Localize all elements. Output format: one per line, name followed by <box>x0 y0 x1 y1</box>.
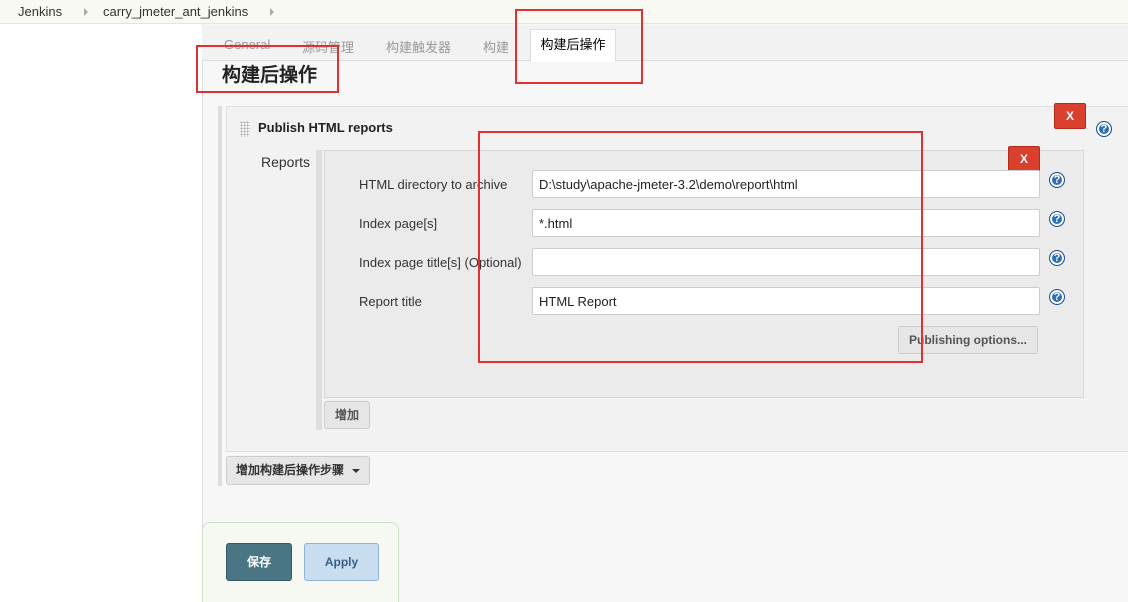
help-icon[interactable]: ? <box>1049 172 1065 188</box>
caret-down-icon <box>352 468 360 473</box>
tab-triggers[interactable]: 构建触发器 <box>386 37 451 56</box>
add-post-build-step-button[interactable]: 增加构建后操作步骤 <box>226 456 370 485</box>
publisher-title: Publish HTML reports <box>258 120 393 135</box>
tab-build[interactable]: 构建 <box>483 37 509 56</box>
report-title-label: Report title <box>359 294 422 309</box>
help-icon[interactable]: ? <box>1049 250 1065 266</box>
help-icon[interactable]: ? <box>1049 211 1065 227</box>
drag-handle-icon[interactable] <box>240 121 250 137</box>
index-pages-label: Index page[s] <box>359 216 438 231</box>
help-icon[interactable]: ? <box>1049 289 1065 305</box>
annotation-box-title <box>196 45 339 93</box>
breadcrumb-jenkins[interactable]: Jenkins <box>18 4 62 19</box>
help-icon[interactable]: ? <box>1096 121 1112 137</box>
breadcrumb-chevron-icon[interactable] <box>84 8 88 16</box>
reports-bar <box>316 150 322 430</box>
delete-report-button[interactable]: X <box>1008 146 1040 172</box>
add-report-button[interactable]: 增加 <box>324 401 370 429</box>
annotation-box-fields <box>478 131 923 363</box>
save-button[interactable]: 保存 <box>226 543 292 581</box>
delete-publisher-button[interactable]: X <box>1054 103 1086 129</box>
breadcrumb-job[interactable]: carry_jmeter_ant_jenkins <box>103 4 248 19</box>
apply-button[interactable]: Apply <box>304 543 379 581</box>
reports-label: Reports <box>261 154 311 170</box>
breadcrumb-chevron-icon[interactable] <box>270 8 274 16</box>
annotation-box-tab <box>515 9 643 84</box>
add-post-build-step-label: 增加构建后操作步骤 <box>235 463 344 477</box>
